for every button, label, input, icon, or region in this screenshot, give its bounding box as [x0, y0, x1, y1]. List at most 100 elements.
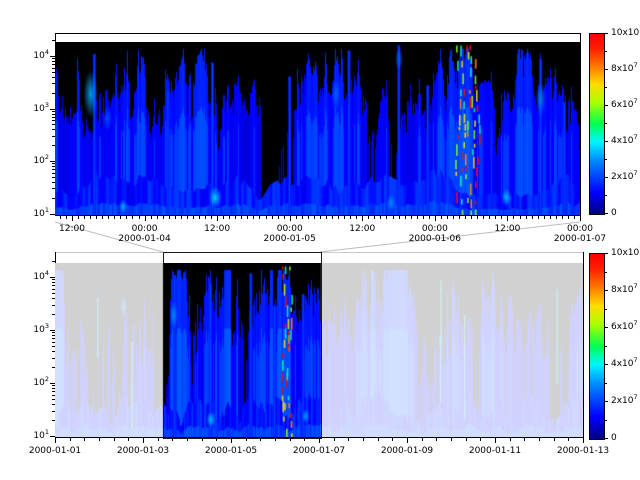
zoom-x-major-tick	[72, 216, 73, 221]
overview-colorbar-minor-tick	[604, 383, 607, 384]
overview-x-minor-tick	[70, 438, 71, 441]
zoom-y-tick-label: 103	[19, 104, 49, 114]
zoom-x-minor-tick	[386, 216, 387, 219]
zoom-x-tick-label: 12:00	[187, 224, 247, 234]
zoom-right-spine	[580, 33, 581, 216]
zoom-x-minor-tick	[393, 216, 394, 219]
overview-x-minor-tick	[378, 438, 379, 441]
zoom-y-minor-tick	[52, 198, 55, 199]
overview-y-minor-tick	[52, 282, 55, 283]
overview-y-minor-tick	[52, 289, 55, 290]
overview-x-major-tick	[495, 438, 496, 443]
zoom-y-minor-tick	[52, 173, 55, 174]
overview-y-major-tick	[50, 277, 55, 278]
zoom-x-minor-tick	[223, 216, 224, 219]
overview-x-tick-label: 2000-01-03	[110, 446, 176, 456]
zoom-y-minor-tick	[52, 111, 55, 112]
overview-x-minor-tick	[128, 438, 129, 441]
zoom-y-minor-tick	[52, 40, 55, 41]
spectrogram-figure: 10x1078x1076x1074x1072x107010x1078x1076x…	[0, 0, 640, 480]
zoom-x-tick-label: 00:00	[115, 224, 175, 234]
overview-x-major-tick	[231, 438, 232, 443]
zoom-heatmap-canvas	[55, 42, 580, 215]
overview-x-minor-tick	[466, 438, 467, 441]
zoom-x-minor-tick	[205, 216, 206, 219]
overview-x-minor-tick	[334, 438, 335, 441]
zoom-x-minor-tick	[562, 216, 563, 219]
overview-colorbar-tick-label: 6x107	[611, 322, 640, 332]
zoom-x-minor-tick	[417, 216, 418, 219]
zoom-x-minor-tick	[235, 216, 236, 219]
overview-y-minor-tick	[52, 395, 55, 396]
zoom-x-minor-tick	[447, 216, 448, 219]
zoom-y-major-tick	[50, 56, 55, 57]
zoom-x-minor-tick	[126, 216, 127, 219]
zoom-y-minor-tick	[52, 136, 55, 137]
zoom-x-minor-tick	[108, 216, 109, 219]
overview-y-minor-tick	[52, 358, 55, 359]
zoom-x-minor-tick	[520, 216, 521, 219]
zoom-x-minor-tick	[338, 216, 339, 219]
zoom-y-minor-tick	[52, 166, 55, 167]
zoom-colorbar-minor-tick	[604, 123, 607, 124]
overview-x-minor-tick	[436, 438, 437, 441]
zoom-x-minor-tick	[284, 216, 285, 219]
zoom-colorbar-major-tick	[604, 213, 608, 214]
zoom-x-minor-tick	[175, 216, 176, 219]
zoom-x-minor-tick	[326, 216, 327, 219]
zoom-x-minor-tick	[568, 216, 569, 219]
overview-y-minor-tick	[52, 261, 55, 262]
overview-colorbar-tick-label: 0	[611, 433, 640, 443]
overview-y-minor-tick	[52, 351, 55, 352]
zoom-x-minor-tick	[181, 216, 182, 219]
overview-x-minor-tick	[158, 438, 159, 441]
overview-x-minor-tick	[216, 438, 217, 441]
zoom-x-minor-tick	[296, 216, 297, 219]
zoom-x-major-tick	[290, 216, 291, 221]
zoom-x-minor-tick	[399, 216, 400, 219]
zoom-y-minor-tick	[52, 169, 55, 170]
zoom-x-minor-tick	[471, 216, 472, 219]
overview-y-major-tick	[50, 383, 55, 384]
zoom-colorbar-tick-label: 4x107	[611, 136, 640, 146]
zoom-x-minor-tick	[538, 216, 539, 219]
overview-x-minor-tick	[304, 438, 305, 441]
overview-colorbar-major-tick	[604, 364, 608, 365]
zoom-x-minor-tick	[411, 216, 412, 219]
zoom-x-minor-tick	[278, 216, 279, 219]
overview-x-minor-tick	[202, 438, 203, 441]
overview-colorbar-tick-label: 10x107	[611, 248, 640, 258]
zoom-x-tick-label: 00:00	[405, 224, 465, 234]
overview-y-minor-tick	[52, 335, 55, 336]
overview-y-minor-tick	[52, 399, 55, 400]
zoom-y-minor-tick	[52, 93, 55, 94]
overview-x-minor-tick	[114, 438, 115, 441]
overview-colorbar-tick-label: 4x107	[611, 359, 640, 369]
zoom-x-minor-tick	[459, 216, 460, 219]
zoom-x-minor-tick	[259, 216, 260, 219]
overview-y-minor-tick	[52, 411, 55, 412]
overview-x-minor-tick	[480, 438, 481, 441]
overview-x-minor-tick	[99, 438, 100, 441]
zoom-x-minor-tick	[526, 216, 527, 219]
zoom-x-minor-tick	[350, 216, 351, 219]
overview-colorbar-major-tick	[604, 290, 608, 291]
zoom-x-date-label: 2000-01-04	[110, 234, 180, 244]
zoom-colorbar-tick-label: 0	[611, 208, 640, 218]
overview-y-minor-tick	[52, 404, 55, 405]
zoom-colorbar-minor-tick	[604, 159, 607, 160]
overview-y-minor-tick	[52, 385, 55, 386]
overview-x-minor-tick	[246, 438, 247, 441]
overview-x-minor-tick	[554, 438, 555, 441]
overview-right-spine	[583, 252, 584, 438]
zoom-x-minor-tick	[157, 216, 158, 219]
zoom-x-minor-tick	[266, 216, 267, 219]
zoom-x-minor-tick	[374, 216, 375, 219]
overview-x-major-tick	[407, 438, 408, 443]
zoom-x-minor-tick	[368, 216, 369, 219]
overview-x-minor-tick	[172, 438, 173, 441]
zoom-colorbar	[589, 33, 605, 215]
overview-y-tick-label: 104	[19, 272, 49, 282]
zoom-x-minor-tick	[60, 216, 61, 219]
overview-y-minor-tick	[52, 279, 55, 280]
